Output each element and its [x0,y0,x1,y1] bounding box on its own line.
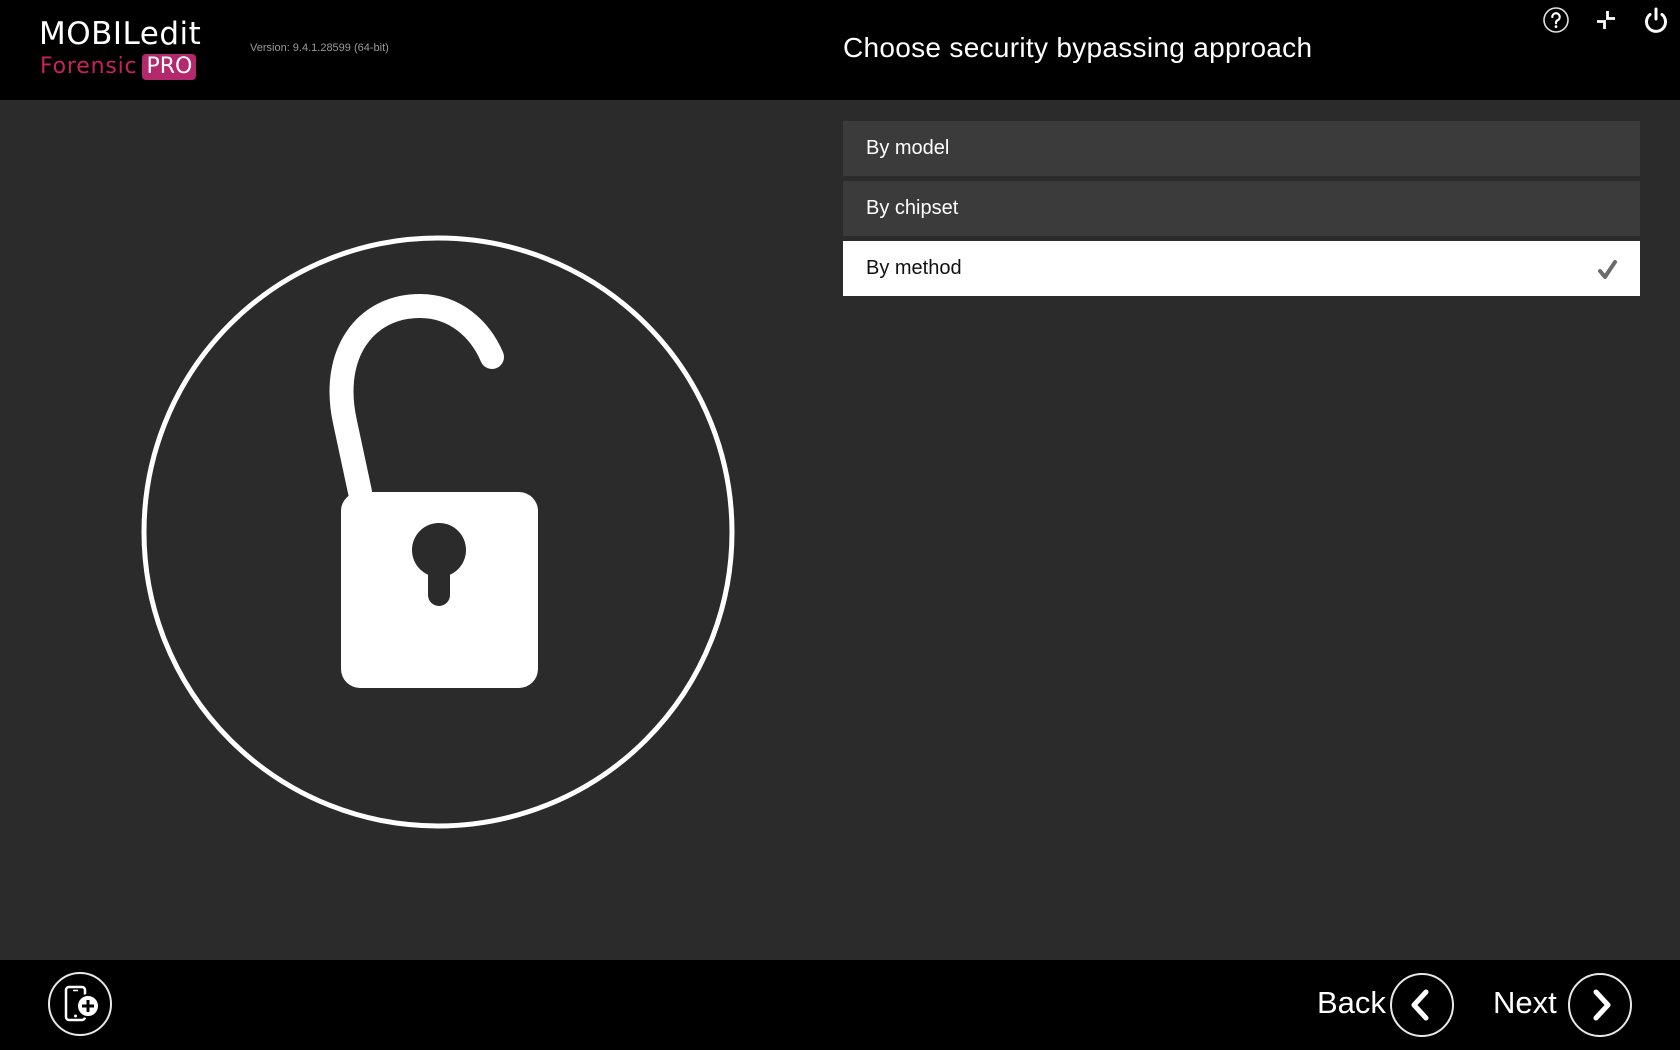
unlocked-padlock-icon [141,235,735,829]
power-button[interactable] [1642,6,1670,34]
option-by-chipset[interactable]: By chipset [843,181,1640,236]
add-device-button[interactable] [48,972,112,1036]
compress-button[interactable] [1592,6,1620,34]
next-button[interactable] [1568,973,1632,1037]
logo-forensic: Forensic [40,54,138,79]
add-phone-icon [64,985,100,1022]
logo-subtitle: Forensic PRO [40,54,197,80]
chevron-left-icon [1411,989,1429,1021]
help-icon [1543,7,1569,33]
chevron-right-icon [1593,989,1611,1021]
option-by-model[interactable]: By model [843,121,1640,176]
option-by-method[interactable]: By method [843,241,1640,296]
checkmark-icon [1598,260,1617,279]
option-label: By chipset [866,197,959,219]
logo-title: MOBILedit [39,16,202,52]
back-label[interactable]: Back [1317,985,1386,1021]
option-label: By model [866,137,950,159]
compress-icon [1597,11,1615,29]
next-label[interactable]: Next [1493,985,1557,1021]
power-icon [1645,7,1667,33]
approach-options: By model By chipset By method [843,121,1640,301]
version-label: Version: 9.4.1.28599 (64-bit) [250,42,389,54]
logo-pro-badge: PRO [142,54,197,80]
help-button[interactable] [1542,6,1570,34]
back-button[interactable] [1390,973,1454,1037]
option-label: By method [866,257,962,279]
unlock-illustration [140,234,736,830]
header-bar: MOBILedit Forensic PRO Version: 9.4.1.28… [0,0,1680,100]
page-title: Choose security bypassing approach [843,32,1313,63]
